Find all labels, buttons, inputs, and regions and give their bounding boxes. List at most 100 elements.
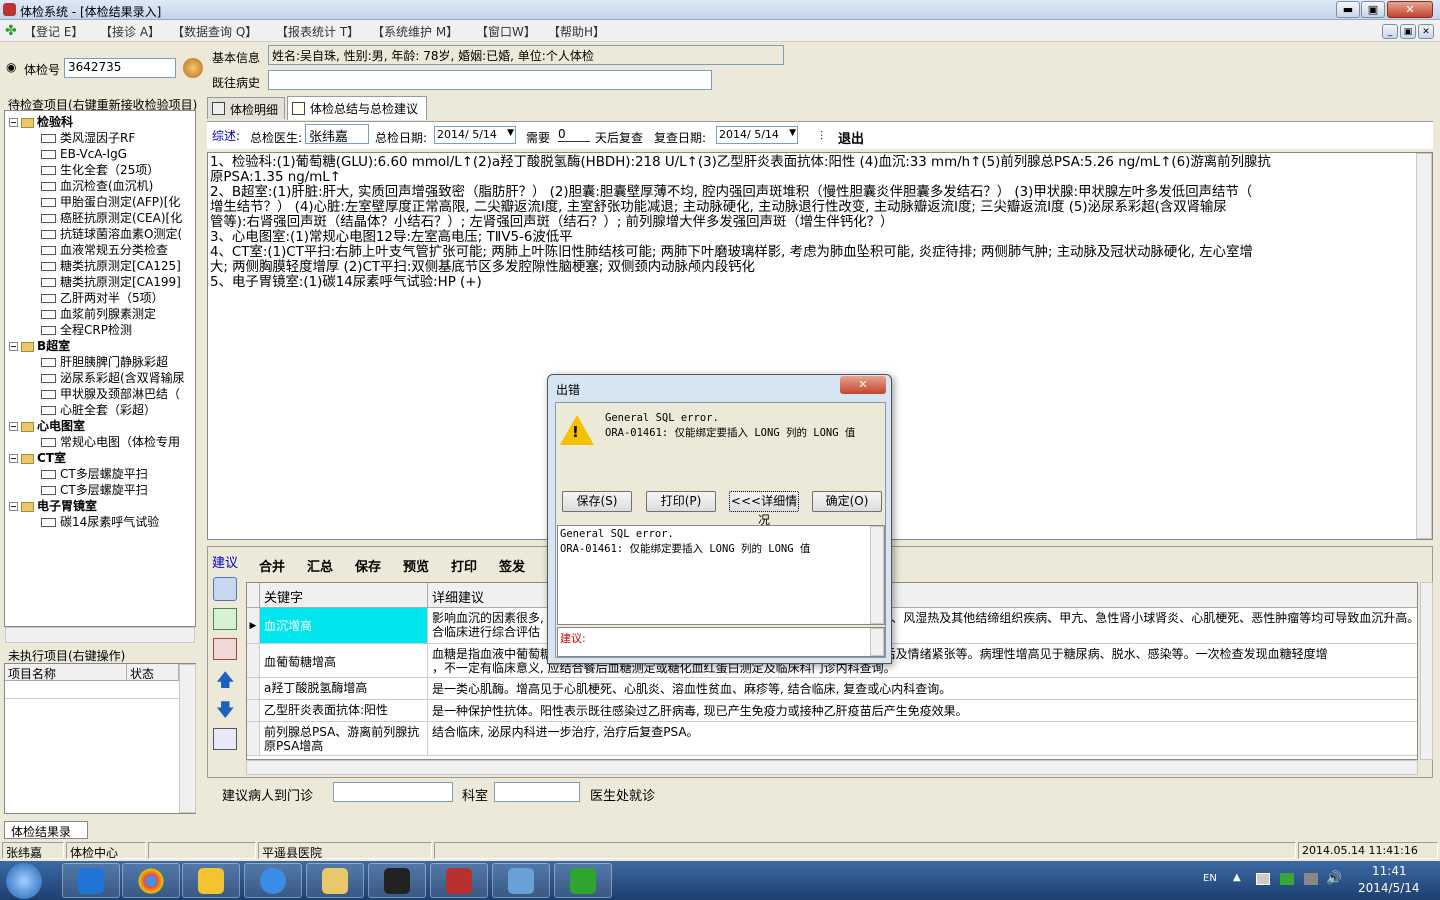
tree-item[interactable]: CT多层螺旋平扫: [41, 482, 148, 498]
tab-summary[interactable]: 体检总结与总检建议: [287, 96, 427, 120]
tree-item[interactable]: 甲胎蛋白测定(AFP)[化: [41, 194, 180, 210]
tree-item[interactable]: 类风湿因子RF: [41, 130, 135, 146]
page-vscrollbar[interactable]: [1420, 582, 1433, 760]
dialog-print-button[interactable]: 打印(P): [646, 491, 716, 512]
pending-vscrollbar[interactable]: [179, 664, 196, 813]
mdi-tab-results[interactable]: 体检结果录入: [4, 821, 88, 856]
keyword-cell[interactable]: a羟丁酸脱氢酶增高: [260, 678, 428, 700]
start-button[interactable]: [6, 863, 42, 899]
arrow-down-icon[interactable]: 🡇: [216, 698, 235, 728]
tree-item[interactable]: 心脏全套（彩超）: [41, 402, 156, 418]
keyword-cell[interactable]: 血沉增高: [260, 608, 428, 644]
tree-item[interactable]: 抗链球菌溶血素O测定(: [41, 226, 182, 242]
keyword-cell[interactable]: 乙型肝炎表面抗体:阳性: [260, 700, 428, 722]
doctor-icon[interactable]: [213, 577, 237, 601]
ie-icon[interactable]: [244, 863, 302, 898]
row-indicator[interactable]: [247, 722, 260, 756]
export-icon[interactable]: [213, 728, 237, 750]
tree-category[interactable]: − 电子胃镜室: [9, 498, 97, 514]
search-person-icon[interactable]: [183, 58, 203, 78]
tree-item[interactable]: CT多层螺旋平扫: [41, 466, 148, 482]
detail-cell[interactable]: 结合临床, 泌尿内科进一步治疗, 治疗后复查PSA。: [428, 722, 1417, 756]
child-minimize-button[interactable]: _: [1382, 24, 1398, 39]
maxthon-icon[interactable]: [62, 863, 120, 898]
maximize-button[interactable]: ▣: [1361, 1, 1385, 18]
tree-item[interactable]: 血浆前列腺素测定: [41, 306, 156, 322]
tree-item[interactable]: 糖类抗原测定[CA125]: [41, 258, 181, 274]
col-status[interactable]: 状态: [127, 664, 179, 681]
tray-app-icon[interactable]: [1304, 873, 1318, 885]
tree-item[interactable]: EB-VcA-IgG: [41, 146, 127, 162]
dialog-save-button[interactable]: 保存(S): [562, 491, 632, 512]
days-input[interactable]: 0: [558, 127, 590, 142]
menu-register[interactable]: 【登记 E】: [24, 23, 83, 40]
tree-category[interactable]: − 心电图室: [9, 418, 85, 434]
detail-cell[interactable]: 是一种保护性抗体。阳性表示既往感染过乙肝病毒, 现已产生免疫力或接种乙肝疫苗后产…: [428, 700, 1417, 722]
row-indicator[interactable]: [247, 700, 260, 722]
collapse-icon[interactable]: −: [9, 454, 18, 463]
preview-button[interactable]: 预览: [403, 556, 429, 575]
tree-category[interactable]: − 检验科: [9, 114, 73, 130]
recheck-date-picker[interactable]: 2014/ 5/14 ▼: [716, 126, 798, 144]
tab-exam-details[interactable]: 体检明细: [207, 97, 285, 119]
tree-item[interactable]: 碳14尿素呼气试验: [41, 514, 159, 530]
details-vscrollbar[interactable]: [870, 526, 884, 624]
save-button[interactable]: 保存: [355, 556, 381, 575]
chevron-down-icon[interactable]: ▼: [789, 128, 796, 138]
row-indicator[interactable]: [247, 644, 260, 678]
acdsee-icon[interactable]: [368, 863, 426, 898]
error-details-box[interactable]: General SQL error. ORA-01461: 仅能绑定要插入 LO…: [557, 525, 885, 625]
tray-expand-icon[interactable]: ▲: [1233, 872, 1241, 883]
exam-number-input[interactable]: 3642735: [64, 58, 176, 78]
chrome-icon[interactable]: [122, 863, 180, 898]
summarize-button[interactable]: 汇总: [307, 556, 333, 575]
collapse-icon[interactable]: −: [9, 422, 18, 431]
sql-monitor-icon[interactable]: [492, 863, 550, 898]
ie-tester-icon[interactable]: [182, 863, 240, 898]
globe-icon[interactable]: [430, 863, 488, 898]
dialog-suggest-box[interactable]: 建议:: [557, 627, 885, 657]
menu-help[interactable]: 【帮助H】: [548, 23, 605, 40]
language-indicator[interactable]: EN: [1203, 873, 1217, 884]
tree-item[interactable]: 常规心电图（体检专用: [41, 434, 180, 450]
dialog-ok-button[interactable]: 确定(O): [812, 491, 882, 512]
collapse-icon[interactable]: −: [9, 118, 18, 127]
dialog-details-button[interactable]: <<<详细情况: [729, 491, 799, 527]
clock-date[interactable]: 2014/5/14: [1358, 881, 1420, 895]
tree-category[interactable]: − CT室: [9, 450, 66, 466]
row-indicator[interactable]: [247, 678, 260, 700]
tree-item[interactable]: 泌尿系彩超(含双肾输尿: [41, 370, 185, 386]
exam-radio[interactable]: ◉: [6, 60, 16, 74]
tree-item[interactable]: 肝胆胰脾门静脉彩超: [41, 354, 168, 370]
child-restore-button[interactable]: ▣: [1400, 24, 1416, 39]
exit-button[interactable]: 退出: [838, 128, 864, 147]
explorer-icon[interactable]: [306, 863, 364, 898]
detail-cell[interactable]: 是一类心肌酶。增高见于心肌梗死、心肌炎、溶血性贫血、麻疹等, 结合临床, 复查或…: [428, 678, 1417, 700]
keyword-cell[interactable]: 血葡萄糖增高: [260, 644, 428, 678]
doctor-input[interactable]: 张纬嘉: [305, 124, 369, 145]
tree-item[interactable]: 甲状腺及颈部淋巴结（: [41, 386, 180, 402]
add-row-icon[interactable]: [213, 608, 237, 630]
sign-button[interactable]: 签发: [499, 556, 525, 575]
menu-report[interactable]: 【报表统计 T】: [276, 23, 359, 40]
merge-button[interactable]: 合并: [259, 556, 285, 575]
date-picker[interactable]: 2014/ 5/14 ▼: [434, 126, 516, 144]
tree-item[interactable]: 糖类抗原测定[CA199]: [41, 274, 181, 290]
row-indicator[interactable]: ▶: [247, 608, 260, 644]
menu-window[interactable]: 【窗口W】: [476, 23, 536, 40]
volume-icon[interactable]: 🔊: [1326, 871, 1342, 886]
tree-item[interactable]: 血沉检查(血沉机): [41, 178, 153, 194]
delete-row-icon[interactable]: [213, 638, 237, 660]
tree-item[interactable]: 全程CRP检测: [41, 322, 132, 338]
suggest-vscrollbar[interactable]: [870, 628, 884, 656]
menu-reception[interactable]: 【接诊 A】: [100, 23, 160, 40]
results-vscrollbar[interactable]: [1416, 153, 1432, 539]
history-field[interactable]: [268, 70, 712, 90]
clover-app-icon[interactable]: [554, 863, 612, 898]
col-keyword[interactable]: 关键字: [260, 583, 428, 608]
tree-item[interactable]: 癌胚抗原测定(CEA)[化: [41, 210, 182, 226]
dept-input[interactable]: [494, 782, 580, 802]
clinic-input[interactable]: [333, 782, 453, 802]
print-button[interactable]: 打印: [451, 556, 477, 575]
tree-item[interactable]: 乙肝两对半（5项）: [41, 290, 164, 306]
